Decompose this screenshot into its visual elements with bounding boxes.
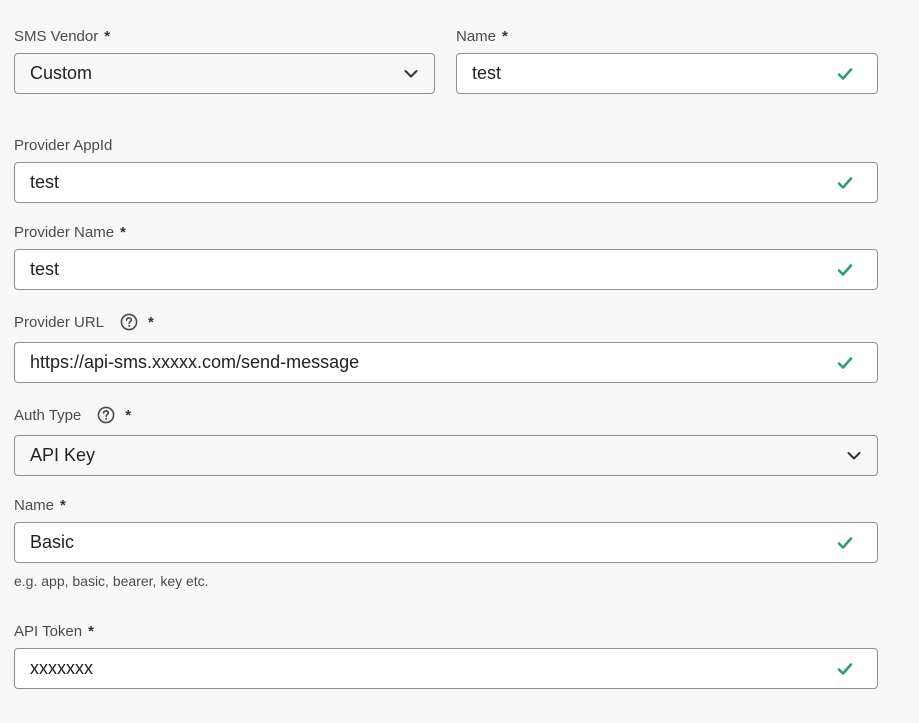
api-token-field: API Token *	[14, 621, 878, 691]
auth-name-label-row: Name *	[14, 495, 66, 515]
auth-type-value: API Key	[30, 445, 96, 465]
checkmark-icon	[837, 356, 853, 369]
name-field: Name *	[456, 26, 878, 96]
auth-type-field: Auth Type * API Key	[14, 405, 878, 478]
auth-name-field: Name * e.g. app, basic, bearer, key etc.	[14, 495, 878, 595]
help-circle-icon[interactable]	[120, 313, 138, 331]
required-asterisk: *	[104, 27, 111, 45]
api-token-label: API Token	[14, 622, 83, 640]
auth-type-label: Auth Type	[14, 406, 82, 424]
auth-type-label-row: Auth Type *	[14, 405, 131, 425]
provider-appid-input[interactable]	[15, 162, 837, 203]
name-label-row: Name *	[456, 26, 508, 46]
name-input[interactable]	[457, 53, 837, 94]
help-circle-icon[interactable]	[97, 406, 115, 424]
sms-vendor-picker[interactable]: Custom	[14, 53, 435, 94]
required-asterisk: *	[60, 496, 66, 514]
chevron-down-icon	[847, 451, 861, 459]
checkmark-icon	[837, 263, 853, 276]
checkmark-icon	[837, 67, 853, 80]
provider-url-label: Provider URL	[14, 313, 105, 331]
auth-name-input-box	[14, 522, 878, 563]
provider-url-input[interactable]	[15, 342, 837, 383]
required-asterisk: *	[125, 406, 132, 424]
sms-vendor-field: SMS Vendor * Custom	[14, 26, 435, 96]
required-asterisk: *	[148, 313, 154, 331]
provider-name-input[interactable]	[15, 249, 837, 290]
provider-url-label-row: Provider URL *	[14, 312, 154, 332]
provider-appid-input-box	[14, 162, 878, 203]
checkmark-icon	[837, 662, 853, 675]
checkmark-icon	[837, 176, 853, 189]
auth-name-input[interactable]	[15, 522, 837, 563]
required-asterisk: *	[120, 223, 126, 241]
provider-name-label-row: Provider Name *	[14, 222, 126, 242]
auth-name-helper-text: e.g. app, basic, bearer, key etc.	[14, 573, 209, 589]
sms-configuration-form: SMS Vendor * Custom Name * Provider AppI…	[0, 0, 919, 723]
auth-name-label: Name	[14, 496, 55, 514]
provider-url-input-box	[14, 342, 878, 383]
api-token-label-row: API Token *	[14, 621, 94, 641]
provider-appid-label: Provider AppId	[14, 136, 113, 154]
sms-vendor-value: Custom	[30, 63, 93, 83]
api-token-input-box	[14, 648, 878, 689]
provider-url-field: Provider URL *	[14, 312, 878, 385]
provider-name-input-box	[14, 249, 878, 290]
name-label: Name	[456, 27, 497, 45]
auth-type-picker[interactable]: API Key	[14, 435, 878, 476]
provider-name-field: Provider Name *	[14, 222, 878, 292]
name-input-box	[456, 53, 878, 94]
provider-appid-field: Provider AppId	[14, 135, 878, 205]
api-token-input[interactable]	[15, 648, 837, 689]
sms-vendor-label: SMS Vendor	[14, 27, 99, 45]
checkmark-icon	[837, 536, 853, 549]
sms-vendor-label-row: SMS Vendor *	[14, 26, 110, 46]
required-asterisk: *	[502, 27, 508, 45]
chevron-down-icon	[404, 69, 418, 77]
required-asterisk: *	[88, 622, 94, 640]
provider-appid-label-row: Provider AppId	[14, 135, 112, 155]
provider-name-label: Provider Name	[14, 223, 115, 241]
